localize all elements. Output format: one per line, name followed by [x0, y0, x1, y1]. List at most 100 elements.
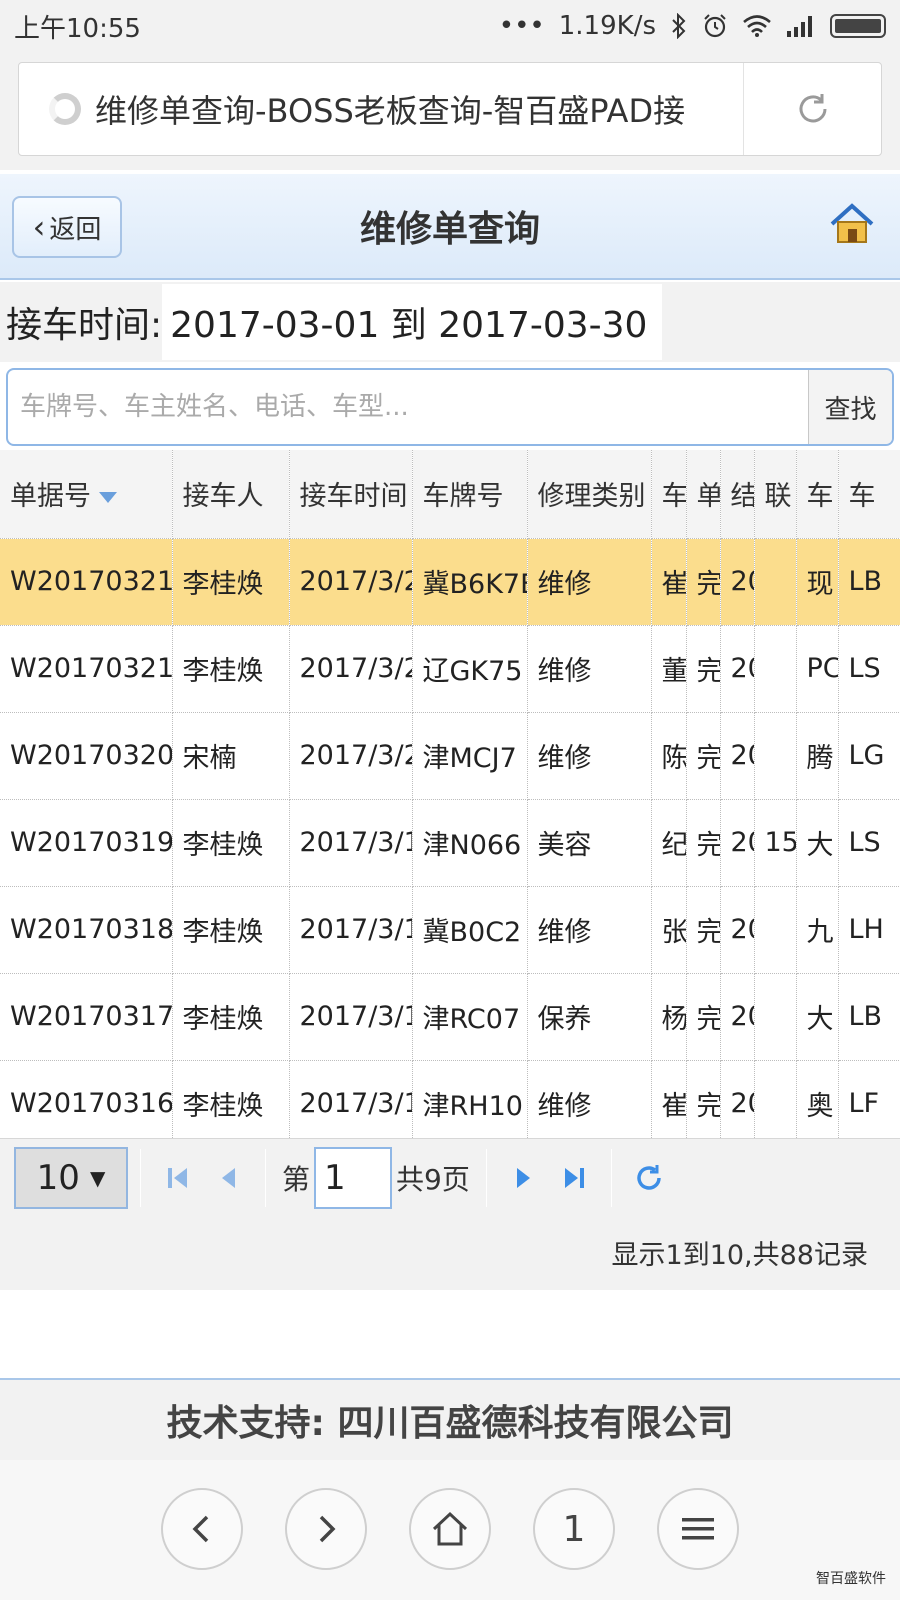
table-cell: LB [838, 538, 900, 626]
table-cell: 完 [686, 625, 721, 713]
table-row[interactable]: W20170317李桂焕2017/3/1津RC07保养杨完20 大LB [0, 973, 900, 1061]
page-title-url[interactable]: 维修单查询-BOSS老板查询-智百盛PAD接 [95, 86, 743, 132]
pagination-bar: 10 ▼ 第 共9页 显示1到10,共88记录 [0, 1138, 900, 1290]
table-cell: 现 [796, 538, 839, 626]
table-cell: 2017/3/2 [289, 625, 413, 713]
date-range-field[interactable]: 2017-03-01 到 2017-03-30 [162, 284, 663, 360]
page-title: 维修单查询 [359, 209, 540, 250]
table-cell: W20170321 [0, 538, 173, 626]
table-cell: 保养 [527, 973, 652, 1061]
table-cell: 杨 [651, 973, 687, 1061]
table-cell: 李桂焕 [172, 973, 290, 1061]
table-cell: 崔 [651, 538, 687, 626]
table-cell: 2017/3/2 [289, 712, 413, 800]
table-cell: 完 [686, 538, 721, 626]
search-button[interactable]: 查找 [808, 370, 892, 444]
browser-back-button[interactable] [161, 1488, 243, 1570]
table-row[interactable]: W20170316李桂焕2017/3/1津RH10维修崔完20 奥LF [0, 1060, 900, 1138]
table-cell: 大 [796, 799, 839, 887]
table-cell: 津RC07 [412, 973, 528, 1061]
refresh-icon [637, 1165, 661, 1190]
table-cell: 20 [720, 973, 755, 1061]
table-cell: 20 [720, 538, 755, 626]
wifi-icon [742, 14, 772, 38]
refresh-button[interactable] [624, 1150, 674, 1206]
reload-icon [799, 94, 826, 123]
table-cell: 20 [720, 1060, 755, 1138]
next-page-icon [516, 1168, 530, 1188]
table-cell: 津RH10 [412, 1060, 528, 1138]
column-header[interactable]: 车 [838, 450, 900, 539]
browser-home-button[interactable] [409, 1488, 491, 1570]
table-cell: W20170319 [0, 799, 173, 887]
page-size-select[interactable]: 10 ▼ [14, 1147, 128, 1209]
app-header: ‹ 返回 维修单查询 [0, 174, 900, 280]
dropdown-arrow-icon: ▼ [89, 1166, 106, 1190]
column-header[interactable]: 接车时间 [289, 450, 413, 539]
home-icon[interactable] [828, 200, 876, 248]
column-header[interactable]: 结 [720, 450, 755, 539]
table-row[interactable]: W20170318李桂焕2017/3/1冀B0C2维修张完20 九LH [0, 886, 900, 974]
table-row[interactable]: W20170320宋楠2017/3/2津MCJ7维修陈完20 腾LG [0, 712, 900, 800]
table-cell [754, 886, 797, 974]
table-cell: 维修 [527, 625, 652, 713]
signal-icon [786, 14, 816, 38]
column-header[interactable]: 车 [651, 450, 687, 539]
chevron-right-icon [319, 1515, 336, 1543]
browser-menu-button[interactable] [657, 1488, 739, 1570]
table-cell: 大 [796, 973, 839, 1061]
table-cell: 20 [720, 886, 755, 974]
sort-desc-icon [99, 492, 117, 504]
table-header-row: 单据号 接车人 接车时间 车牌号 修理类别 车 单 结 联 车 车 [0, 450, 900, 539]
tech-support-footer: 技术支持: 四川百盛德科技有限公司 [0, 1378, 900, 1460]
browser-toolbar: 维修单查询-BOSS老板查询-智百盛PAD接 [0, 52, 900, 170]
bluetooth-icon [670, 13, 688, 39]
record-count-info: 显示1到10,共88记录 [611, 1240, 868, 1271]
address-bar[interactable]: 维修单查询-BOSS老板查询-智百盛PAD接 [18, 62, 882, 156]
table-cell: 完 [686, 1060, 721, 1138]
first-page-icon [168, 1168, 187, 1188]
column-header[interactable]: 车牌号 [412, 450, 528, 539]
table-cell: 完 [686, 712, 721, 800]
last-page-button[interactable] [549, 1150, 599, 1206]
status-bar: 上午10:55 ••• 1.19K/s [0, 0, 900, 52]
table-cell [754, 712, 797, 800]
tabs-button[interactable]: 1 [533, 1488, 615, 1570]
table-cell: 2017/3/1 [289, 973, 413, 1061]
table-cell: 完 [686, 973, 721, 1061]
column-header[interactable]: 联 [754, 450, 797, 539]
browser-nav-bar: 1 [0, 1460, 900, 1600]
menu-icon [682, 1518, 714, 1540]
total-pages: 共9页 [396, 1163, 470, 1196]
column-header[interactable]: 车 [796, 450, 839, 539]
chevron-left-icon [192, 1515, 209, 1543]
search-input[interactable] [8, 370, 808, 444]
table-cell: 2017/3/1 [289, 1060, 413, 1138]
current-page-input[interactable] [314, 1147, 393, 1209]
table-cell: 李桂焕 [172, 886, 290, 974]
reload-button[interactable] [743, 63, 881, 155]
table-row[interactable]: W20170321李桂焕2017/3/2辽GK75维修董完20 PCLS [0, 625, 900, 713]
battery-icon [830, 14, 886, 38]
loading-icon [49, 93, 81, 125]
first-page-button[interactable] [153, 1150, 203, 1206]
table-cell: 维修 [527, 538, 652, 626]
table-cell: LS [838, 625, 900, 713]
column-header[interactable]: 修理类别 [527, 450, 652, 539]
table-cell: 九 [796, 886, 839, 974]
table-cell [754, 1060, 797, 1138]
status-icons: ••• 1.19K/s [499, 11, 886, 41]
prev-page-button[interactable] [203, 1150, 253, 1206]
table-cell: 张 [651, 886, 687, 974]
browser-forward-button[interactable] [285, 1488, 367, 1570]
pager-separator [610, 1149, 612, 1207]
column-header[interactable]: 接车人 [172, 450, 290, 539]
table-cell: 冀B6K7E [412, 538, 528, 626]
pager-separator [140, 1149, 141, 1207]
table-cell: PC [796, 625, 839, 713]
table-row[interactable]: W20170319李桂焕2017/3/1津N066美容纪完2015大LS [0, 799, 900, 887]
column-header[interactable]: 单据号 [0, 450, 173, 539]
table-row[interactable]: W20170321李桂焕2017/3/2冀B6K7E维修崔完20 现LB [0, 538, 900, 626]
next-page-button[interactable] [499, 1150, 549, 1206]
column-header[interactable]: 单 [686, 450, 721, 539]
